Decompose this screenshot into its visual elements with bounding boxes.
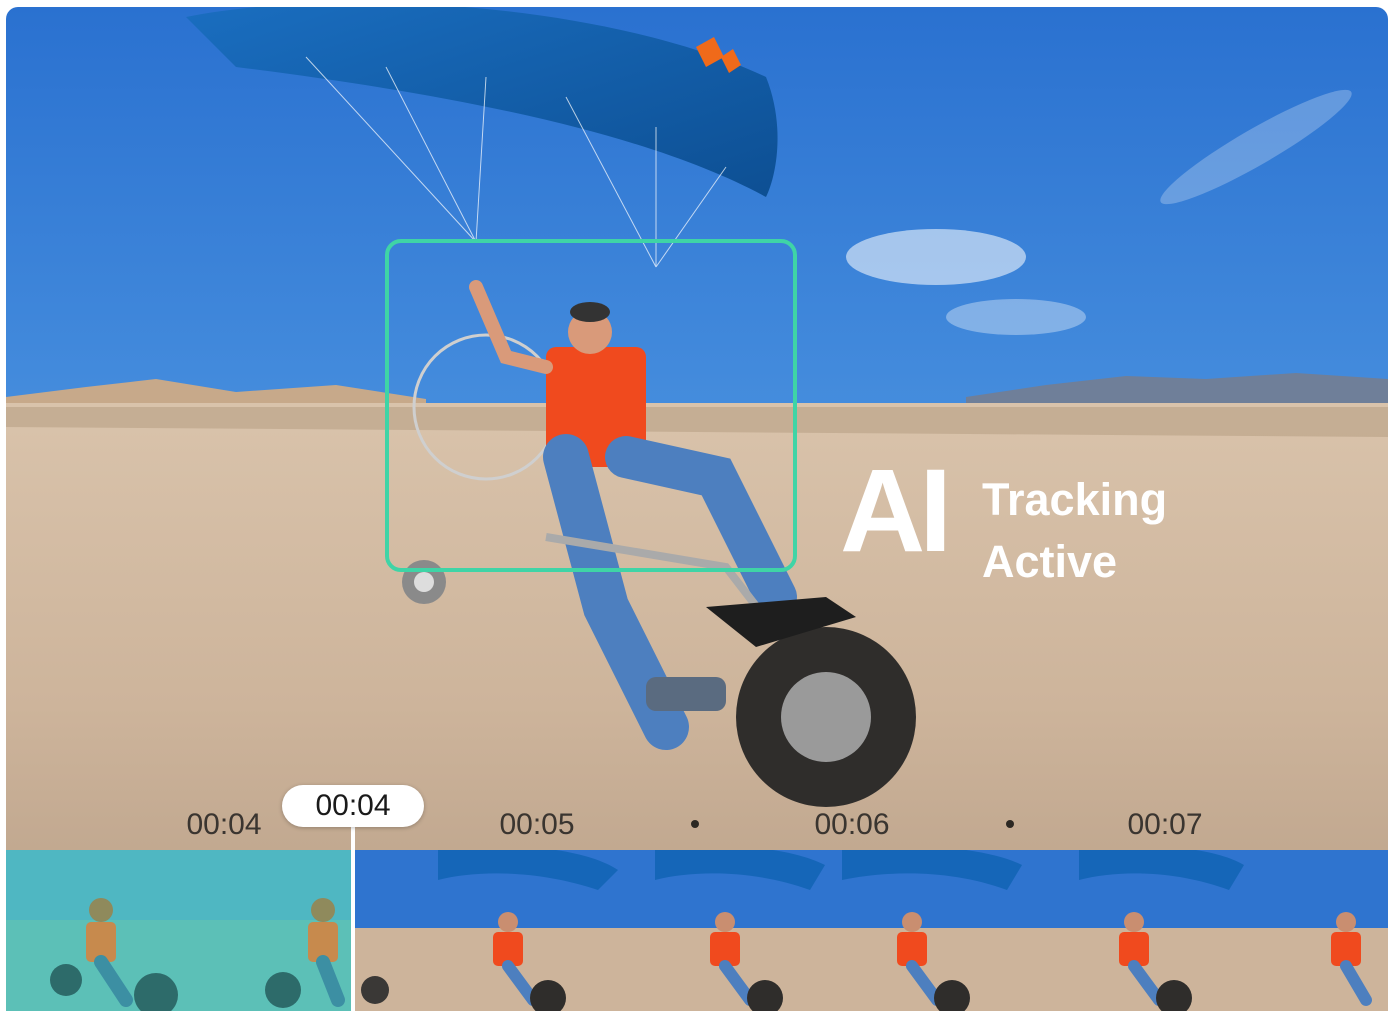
filmstrip-thumb[interactable] — [1246, 850, 1388, 1011]
playhead-line[interactable] — [351, 827, 355, 1011]
tracking-text: Tracking — [982, 474, 1168, 525]
filmstrip[interactable] — [6, 850, 1388, 1011]
filmstrip-thumb[interactable] — [625, 850, 832, 1011]
timeline-label-00-07: 00:07 — [1127, 808, 1203, 841]
filmstrip-thumb[interactable] — [355, 850, 418, 1011]
ai-text: AI — [840, 445, 952, 577]
filmstrip-thumb[interactable] — [213, 850, 352, 1011]
tracking-box[interactable] — [385, 239, 797, 572]
timeline-tick-dot — [1006, 820, 1014, 828]
filmstrip-thumb[interactable] — [6, 850, 213, 1011]
filmstrip-thumb[interactable] — [832, 850, 1039, 1011]
timeline-label-00-06: 00:06 — [814, 808, 890, 841]
video-preview: AI Tracking Active 00:04 00:05 00:06 00:… — [6, 7, 1388, 1011]
active-text: Active — [982, 536, 1118, 587]
timeline-tick-dot — [691, 820, 699, 828]
filmstrip-thumb[interactable] — [1039, 850, 1246, 1011]
filmstrip-thumb[interactable] — [418, 850, 625, 1011]
timeline-label-00-04: 00:04 — [186, 808, 262, 841]
timeline-label-00-05: 00:05 — [499, 808, 575, 841]
ai-tracking-label: AI Tracking Active — [840, 449, 1260, 592]
playhead-time-badge[interactable]: 00:04 — [282, 785, 424, 827]
